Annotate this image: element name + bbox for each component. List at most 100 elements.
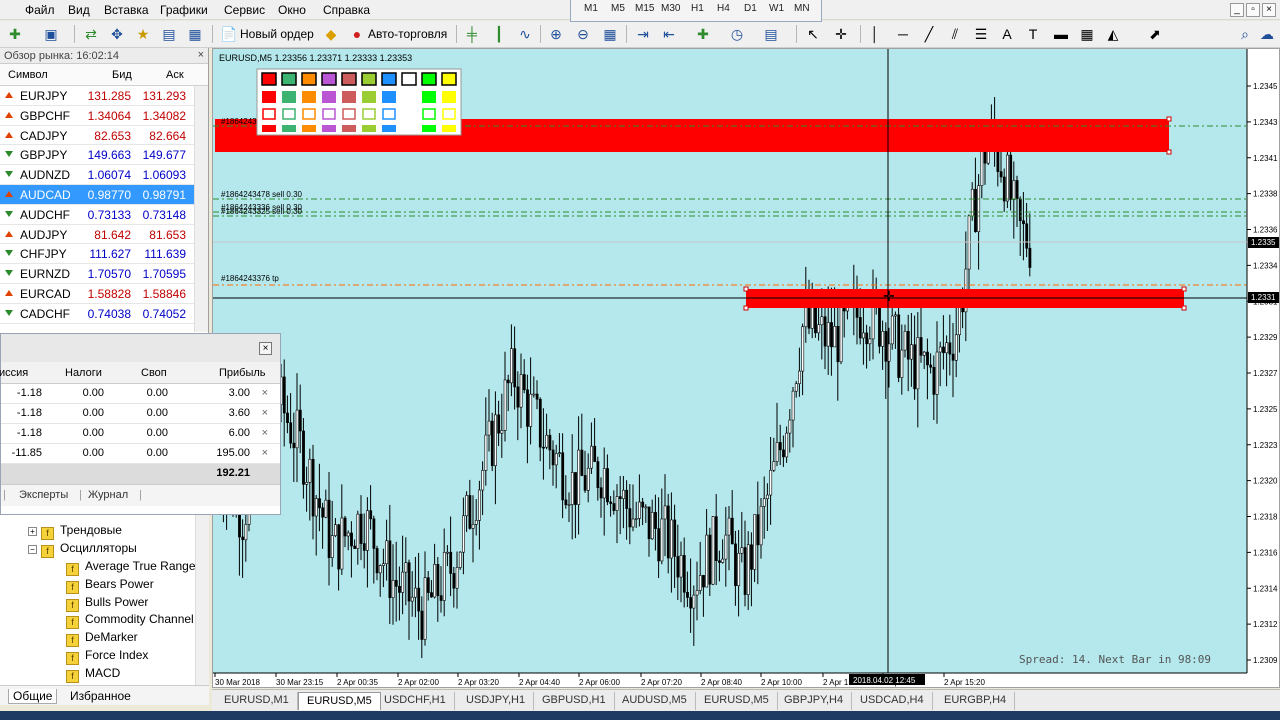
text-label-icon[interactable]: T (1024, 25, 1042, 43)
navigator-scrollbar[interactable] (195, 515, 209, 685)
chart-tab[interactable]: AUDUSD,M5 (614, 692, 696, 710)
close-trade-icon[interactable]: × (262, 387, 268, 399)
arrows-icon[interactable]: ⬈ (1146, 25, 1164, 43)
palette-swatch[interactable] (302, 91, 316, 103)
nav-group-oscillators[interactable]: − f Осцилляторы (28, 539, 137, 558)
palette-swatch[interactable] (382, 125, 396, 132)
palette-swatch[interactable] (282, 125, 296, 132)
chart-tab[interactable]: GBPJPY,H4 (776, 692, 853, 710)
zoom-in-icon[interactable]: ⊕ (547, 25, 565, 43)
bar-chart-icon[interactable]: ╪ (463, 25, 481, 43)
profiles-icon[interactable]: ▣ (42, 25, 60, 43)
palette-swatch[interactable] (342, 91, 356, 103)
nav-indicator-item[interactable]: f Bulls Power (66, 593, 148, 612)
periods-icon[interactable]: ◷ (728, 25, 746, 43)
price-chart[interactable]: 1.2345 1.2343 1.2341 1.2338 1.2336 1.2334 1.23… (213, 49, 1279, 687)
palette-swatch[interactable] (442, 125, 456, 132)
close-trade-icon[interactable]: × (262, 427, 268, 439)
restore-icon[interactable]: ▫ (1246, 3, 1260, 17)
header-swap[interactable]: Своп (141, 367, 167, 379)
chart-tab[interactable]: EURUSD,M5 (298, 692, 381, 710)
menu-tools[interactable]: Сервис (224, 3, 265, 17)
palette-swatch[interactable] (362, 91, 376, 103)
zone-handle[interactable] (1166, 149, 1172, 155)
palette-swatch[interactable] (282, 91, 296, 103)
zone-handle[interactable] (1166, 116, 1172, 122)
candlestick-icon[interactable]: ┃ (490, 25, 508, 43)
metaeditor-icon[interactable]: ◆ (322, 25, 340, 43)
menu-window[interactable]: Окно (278, 3, 306, 17)
horizontal-line-icon[interactable]: ─ (894, 25, 912, 43)
close-icon[interactable]: × (198, 49, 204, 61)
chart-tab[interactable]: EURUSD,M1 (216, 692, 298, 710)
header-ask[interactable]: Аск (166, 69, 184, 81)
color-palette[interactable] (256, 68, 462, 136)
market-watch-row[interactable]: CADJPY 82.653 82.664 (0, 126, 208, 146)
market-watch-row[interactable]: EURJPY 131.285 131.293 (0, 86, 208, 106)
new-order-button[interactable]: Новый ордер (240, 27, 314, 41)
header-commission[interactable]: иссия (0, 367, 28, 379)
header-profit[interactable]: Прибыль (219, 367, 266, 379)
market-watch-icon[interactable]: ⇄ (82, 25, 100, 43)
vertical-line-icon[interactable]: │ (866, 25, 884, 43)
palette-swatch[interactable] (362, 125, 376, 132)
community-icon[interactable]: ☁ (1258, 25, 1276, 43)
tab-experts[interactable]: Эксперты (19, 489, 68, 501)
market-watch-row[interactable]: CADCHF 0.74038 0.74052 (0, 304, 208, 324)
crosshair-icon[interactable]: ✛ (832, 25, 850, 43)
palette-swatch[interactable] (262, 91, 276, 103)
tester-icon[interactable]: ▦ (186, 25, 204, 43)
autoscroll-icon[interactable]: ⇥ (634, 25, 652, 43)
market-watch-row[interactable]: AUDCAD 0.98770 0.98791 (0, 184, 208, 205)
palette-swatch[interactable] (381, 72, 397, 86)
market-watch-row[interactable]: GBPCHF 1.34064 1.34082 (0, 106, 208, 126)
tf-h4[interactable]: H4 (717, 3, 730, 14)
tab-general[interactable]: Общие (8, 689, 58, 704)
zone-handle[interactable] (1181, 305, 1187, 311)
market-watch-scrollbar[interactable] (194, 86, 208, 332)
palette-swatch[interactable] (402, 125, 416, 132)
expand-icon[interactable]: + (28, 527, 37, 536)
tf-w1[interactable]: W1 (769, 3, 784, 14)
market-watch-row[interactable]: EURCAD 1.58828 1.58846 (0, 284, 208, 304)
close-icon[interactable]: × (1262, 3, 1276, 17)
chart-window[interactable]: 1.2345 1.2343 1.2341 1.2338 1.2336 1.2334 1.23… (212, 48, 1280, 688)
close-trade-icon[interactable]: × (262, 407, 268, 419)
palette-swatch[interactable] (401, 72, 417, 86)
autotrade-icon[interactable]: ● (348, 25, 366, 43)
palette-swatch[interactable] (422, 125, 436, 132)
menu-insert[interactable]: Вставка (104, 3, 149, 17)
palette-swatch[interactable] (422, 91, 436, 103)
tf-m1[interactable]: M1 (584, 3, 598, 14)
chart-tab[interactable]: USDJPY,H1 (458, 692, 535, 710)
nav-indicator-item[interactable]: f Force Index (66, 646, 148, 665)
menu-view[interactable]: Вид (68, 3, 90, 17)
header-taxes[interactable]: Налоги (65, 367, 102, 379)
market-watch-row[interactable]: AUDNZD 1.06074 1.06093 (0, 165, 208, 185)
palette-swatch[interactable] (341, 72, 357, 86)
nav-indicator-item[interactable]: f MACD (66, 664, 120, 683)
navigator-icon[interactable]: ★ (134, 25, 152, 43)
nav-indicator-item[interactable]: f Bears Power (66, 575, 154, 594)
palette-swatch[interactable] (382, 91, 396, 103)
market-watch-row[interactable]: GBPJPY 149.663 149.677 (0, 145, 208, 166)
nav-indicator-item[interactable]: f Average True Range (66, 557, 196, 576)
header-bid[interactable]: Бид (112, 69, 132, 81)
chart-tab[interactable]: EURUSD,M5 (696, 692, 778, 710)
menu-help[interactable]: Справка (323, 3, 370, 17)
menu-file[interactable]: Файл (25, 3, 55, 17)
terminal-icon[interactable]: ▤ (160, 25, 178, 43)
trade-row[interactable]: -1.18 0.00 0.00 3.00 × (1, 384, 280, 404)
trade-row[interactable]: -1.18 0.00 0.00 3.60 × (1, 404, 280, 424)
palette-swatch[interactable] (361, 72, 377, 86)
new-order-icon[interactable]: 📄 (220, 25, 238, 43)
new-chart-icon[interactable]: ✚ (6, 25, 24, 43)
rectangle-icon[interactable]: ▬ (1052, 25, 1070, 43)
market-watch-row[interactable]: AUDCHF 0.73133 0.73148 (0, 205, 208, 225)
text-icon[interactable]: A (998, 25, 1016, 43)
chart-tab[interactable]: EURGBP,H4 (936, 692, 1016, 710)
palette-swatch[interactable] (421, 72, 437, 86)
close-icon[interactable]: × (259, 342, 272, 355)
zone-handle[interactable] (743, 305, 749, 311)
palette-swatch[interactable] (322, 125, 336, 132)
